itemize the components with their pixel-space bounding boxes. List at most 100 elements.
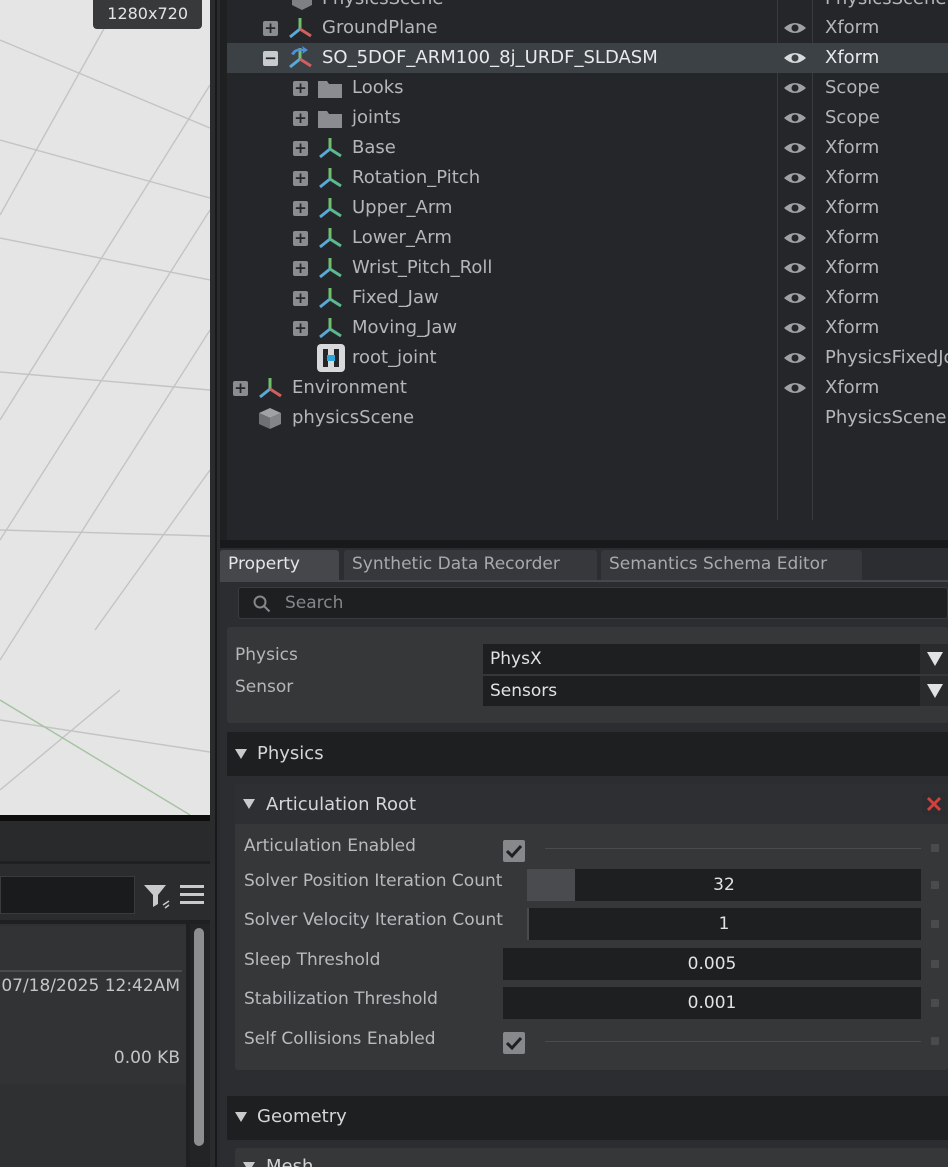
- stage-row[interactable]: + joints Scope: [227, 103, 948, 133]
- stabilization-threshold-field[interactable]: 0.001: [503, 987, 921, 1019]
- xform-icon: [259, 378, 282, 399]
- sleep-threshold-label: Sleep Threshold: [244, 950, 381, 970]
- menu-icon[interactable]: [178, 882, 206, 908]
- slider-fill: [527, 908, 529, 940]
- stage-row[interactable]: + Environment Xform: [227, 373, 948, 403]
- sensor-dropdown-arrow[interactable]: [920, 676, 948, 706]
- stage-row[interactable]: + Looks Scope: [227, 73, 948, 103]
- stage-row[interactable]: physicsScene PhysicsScene: [227, 403, 948, 433]
- default-value-indicator[interactable]: [931, 999, 939, 1007]
- expand-icon[interactable]: +: [293, 81, 308, 96]
- eye-icon[interactable]: [783, 260, 807, 276]
- content-browser-file-row[interactable]: 07/18/2025 12:42AM 0.00 KB: [0, 926, 186, 1084]
- self-collisions-checkbox[interactable]: [503, 1032, 525, 1054]
- stage-row[interactable]: + GroundPlane Xform: [227, 13, 948, 43]
- panel-splitter-line: [215, 0, 217, 1167]
- tab-synthetic-data-recorder[interactable]: Synthetic Data Recorder: [344, 550, 597, 580]
- eye-icon[interactable]: [783, 50, 807, 66]
- physics-section-header[interactable]: [227, 732, 948, 776]
- default-value-indicator[interactable]: [931, 960, 939, 968]
- default-value-indicator[interactable]: [931, 881, 939, 889]
- stage-row[interactable]: + Lower_Arm Xform: [227, 223, 948, 253]
- panel-splitter[interactable]: [220, 540, 948, 548]
- default-value-indicator[interactable]: [931, 920, 939, 928]
- default-value-indicator[interactable]: [931, 844, 939, 852]
- xform-icon: [319, 198, 342, 219]
- eye-icon[interactable]: [783, 200, 807, 216]
- sensor-dropdown[interactable]: Sensors: [483, 676, 948, 706]
- stage-row-physicsscene-partial[interactable]: PhysicsScene PhysicsScene: [227, 0, 948, 14]
- cube-icon: [259, 408, 281, 429]
- stage-row[interactable]: + Base Xform: [227, 133, 948, 163]
- physics-dropdown[interactable]: PhysX: [483, 644, 948, 674]
- stage-row[interactable]: + Moving_Jaw Xform: [227, 313, 948, 343]
- row-separator: [0, 970, 182, 972]
- stage-row[interactable]: + Upper_Arm Xform: [227, 193, 948, 223]
- expand-icon[interactable]: +: [293, 201, 308, 216]
- expand-icon[interactable]: +: [293, 261, 308, 276]
- eye-icon[interactable]: [783, 110, 807, 126]
- viewport-footer: [0, 821, 210, 861]
- folder-icon: [318, 81, 342, 98]
- eye-icon[interactable]: [783, 80, 807, 96]
- eye-icon[interactable]: [783, 380, 807, 396]
- property-search[interactable]: [238, 587, 948, 619]
- expand-icon[interactable]: +: [293, 171, 308, 186]
- fixed-joint-icon: [317, 344, 345, 372]
- articulation-enabled-checkbox[interactable]: [503, 840, 525, 862]
- solver-position-iteration-slider[interactable]: 32: [527, 869, 921, 901]
- solver-position-iteration-label: Solver Position Iteration Count: [244, 871, 503, 891]
- stage-row[interactable]: root_joint PhysicsFixedJo: [227, 343, 948, 373]
- expand-icon[interactable]: +: [293, 141, 308, 156]
- expand-icon[interactable]: +: [233, 381, 248, 396]
- stage-row[interactable]: + Rotation_Pitch Xform: [227, 163, 948, 193]
- xform-icon: [289, 18, 312, 39]
- expand-icon[interactable]: +: [293, 231, 308, 246]
- xform-icon: [319, 258, 342, 279]
- xform-icon: [319, 228, 342, 249]
- add-component-box: [227, 627, 948, 723]
- eye-icon[interactable]: [783, 170, 807, 186]
- scrollbar[interactable]: [194, 928, 204, 1146]
- add-physics-label: Physics: [235, 645, 298, 665]
- cube-icon: [292, 0, 312, 10]
- eye-icon[interactable]: [783, 230, 807, 246]
- tab-property[interactable]: Property: [220, 550, 339, 580]
- divider-line: [545, 848, 921, 849]
- expand-icon[interactable]: +: [293, 321, 308, 336]
- filter-icon[interactable]: [141, 880, 171, 910]
- viewport[interactable]: 1280x720: [0, 0, 210, 815]
- xform-icon: [319, 168, 342, 189]
- tab-semantics-schema-editor[interactable]: Semantics Schema Editor: [601, 550, 862, 580]
- eye-icon[interactable]: [783, 140, 807, 156]
- solver-velocity-iteration-label: Solver Velocity Iteration Count: [244, 910, 503, 930]
- collapse-triangle-icon[interactable]: [243, 799, 255, 809]
- collapse-triangle-icon[interactable]: [235, 749, 247, 759]
- expand-icon[interactable]: +: [293, 291, 308, 306]
- remove-component-button[interactable]: [922, 793, 946, 815]
- stage-row-selected[interactable]: − SO_5DOF_ARM100_8j_URDF_SLDASM Xform: [227, 43, 948, 73]
- expand-icon[interactable]: +: [293, 111, 308, 126]
- eye-icon[interactable]: [783, 320, 807, 336]
- collapse-triangle-icon[interactable]: [243, 1162, 255, 1167]
- sleep-threshold-field[interactable]: 0.005: [503, 948, 921, 980]
- expand-icon[interactable]: +: [263, 21, 278, 36]
- eye-icon[interactable]: [783, 350, 807, 366]
- physics-dropdown-arrow[interactable]: [920, 644, 948, 674]
- xform-icon: [319, 288, 342, 309]
- mesh-section-title: Mesh: [266, 1156, 314, 1167]
- stage-row[interactable]: + Fixed_Jaw Xform: [227, 283, 948, 313]
- chevron-down-icon: [927, 652, 943, 666]
- default-value-indicator[interactable]: [931, 1037, 939, 1045]
- eye-icon[interactable]: [783, 290, 807, 306]
- mesh-section-header[interactable]: Mesh: [235, 1148, 948, 1167]
- physics-section-title: Physics: [257, 743, 324, 764]
- eye-icon[interactable]: [783, 20, 807, 36]
- content-browser-search-input[interactable]: [0, 876, 135, 914]
- solver-velocity-iteration-slider[interactable]: 1: [527, 908, 921, 940]
- slider-fill: [527, 869, 575, 901]
- property-search-input[interactable]: [283, 591, 883, 615]
- collapse-triangle-icon[interactable]: [235, 1112, 247, 1122]
- collapse-icon[interactable]: −: [263, 51, 278, 66]
- stage-row[interactable]: + Wrist_Pitch_Roll Xform: [227, 253, 948, 283]
